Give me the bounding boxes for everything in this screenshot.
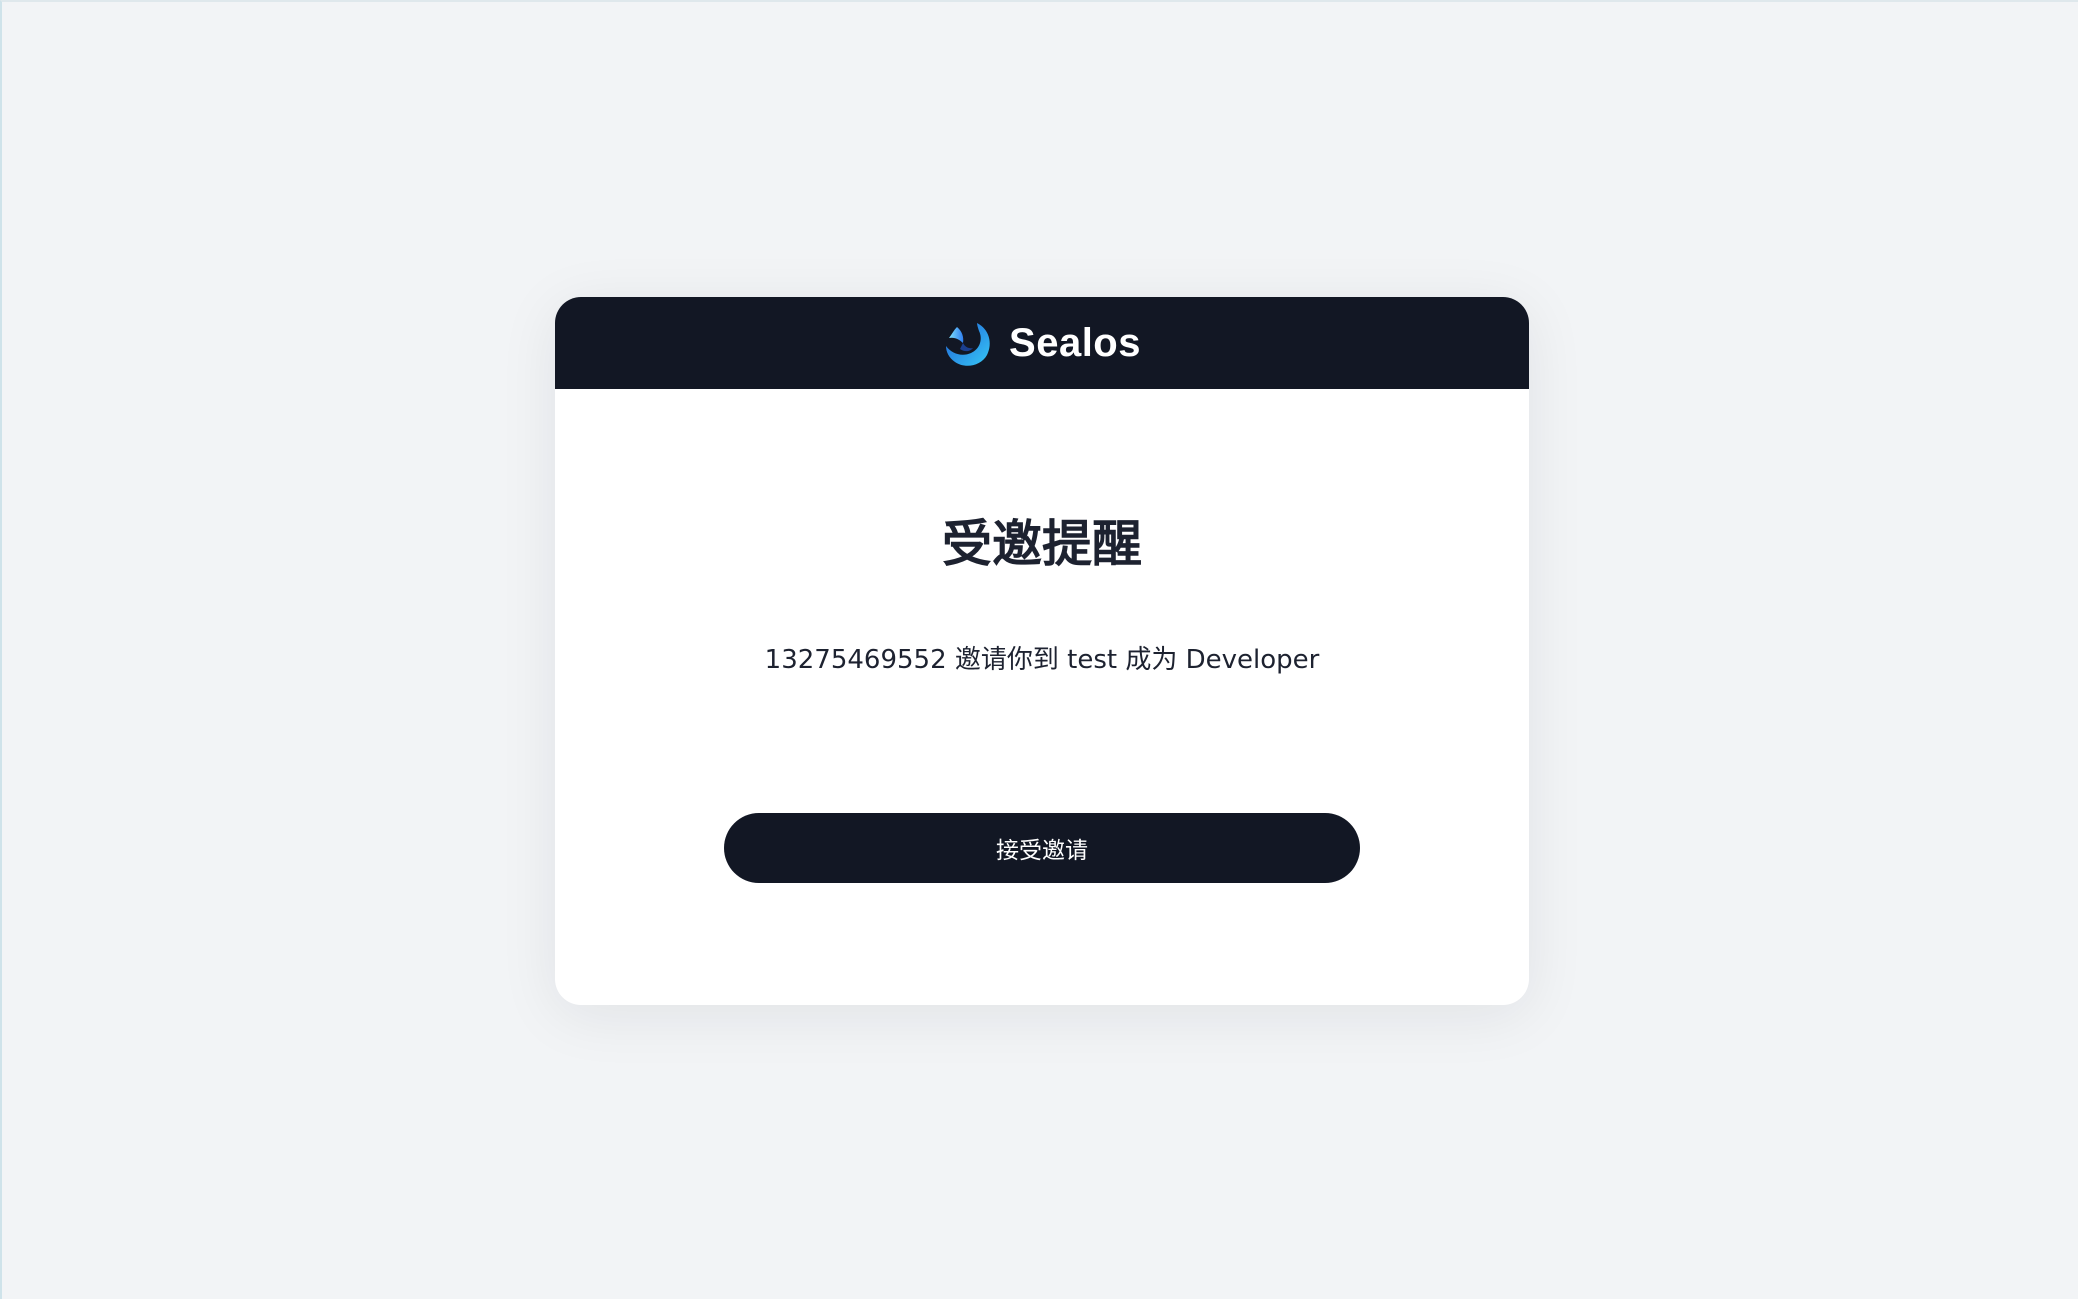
accept-invite-button[interactable]: 接受邀请 <box>724 813 1360 883</box>
brand-name: Sealos <box>1009 320 1141 365</box>
sealos-logo-icon <box>943 317 995 369</box>
invite-message: 13275469552 邀请你到 test 成为 Developer <box>764 645 1320 675</box>
page: Sealos 受邀提醒 13275469552 邀请你到 test 成为 Dev… <box>0 0 2078 1299</box>
invite-title: 受邀提醒 <box>942 515 1142 573</box>
card-header: Sealos <box>555 297 1529 389</box>
invite-card: Sealos 受邀提醒 13275469552 邀请你到 test 成为 Dev… <box>555 297 1529 1005</box>
card-body: 受邀提醒 13275469552 邀请你到 test 成为 Developer … <box>555 389 1529 1005</box>
